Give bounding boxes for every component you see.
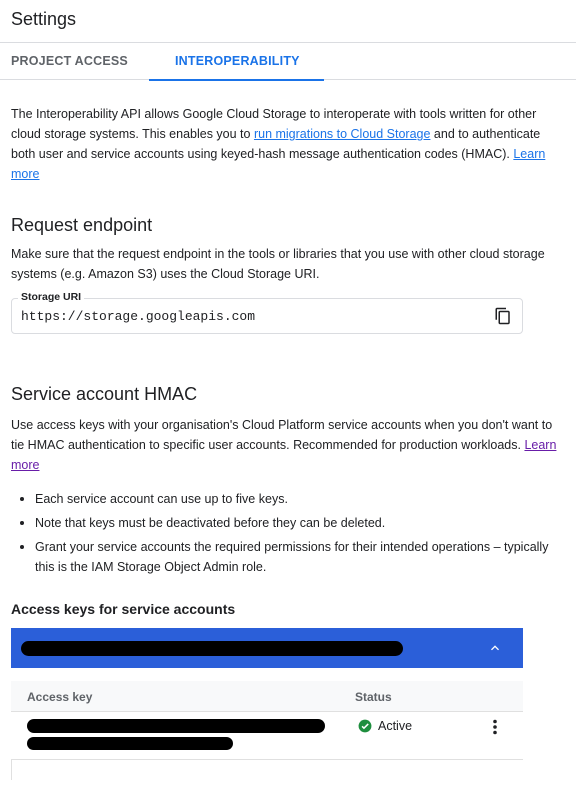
copy-icon[interactable] — [494, 307, 512, 325]
access-keys-table: Access key Status Active — [11, 681, 523, 780]
service-account-hmac-heading: Service account HMAC — [11, 384, 198, 404]
service-account-panel: Access key Status Active — [11, 628, 523, 780]
more-vert-icon[interactable] — [489, 719, 501, 735]
page-header: Settings — [0, 0, 576, 43]
service-account-panel-header[interactable] — [11, 628, 523, 668]
table-header: Access key Status — [11, 681, 523, 712]
redacted-access-key — [27, 719, 325, 733]
table-row: Active — [11, 712, 523, 760]
service-account-hmac-description: Use access keys with your organisation's… — [11, 415, 565, 475]
request-endpoint-description: Make sure that the request endpoint in t… — [11, 247, 545, 281]
tab-bar: PROJECT ACCESS INTEROPERABILITY — [0, 43, 576, 81]
check-circle-icon — [358, 719, 372, 733]
column-header-access-key: Access key — [27, 690, 93, 704]
tab-interoperability[interactable]: INTEROPERABILITY — [148, 43, 324, 81]
hmac-bullet-list: Each service account can use up to five … — [11, 489, 565, 577]
redacted-service-account-name — [21, 641, 403, 656]
run-migrations-link[interactable]: run migrations to Cloud Storage — [254, 127, 430, 141]
access-keys-heading: Access keys for service accounts — [11, 601, 236, 617]
tab-project-access[interactable]: PROJECT ACCESS — [0, 43, 139, 80]
status-badge: Active — [358, 719, 412, 733]
storage-uri-value[interactable]: https://storage.googleapis.com — [21, 309, 255, 324]
redacted-access-key-line2 — [27, 737, 233, 750]
status-text: Active — [378, 719, 413, 733]
table-row-partial — [11, 760, 523, 780]
storage-uri-field[interactable]: Storage URI https://storage.googleapis.c… — [11, 291, 523, 334]
storage-uri-label: Storage URI — [18, 291, 85, 303]
hmac-description-text: Use access keys with your organisation's… — [11, 418, 553, 452]
request-endpoint-heading: Request endpoint — [11, 215, 153, 235]
intro-paragraph: The Interoperability API allows Google C… — [11, 104, 565, 184]
chevron-up-icon[interactable] — [487, 640, 503, 656]
main-content: The Interoperability API allows Google C… — [0, 104, 576, 780]
column-header-status: Status — [355, 690, 392, 704]
page-title: Settings — [11, 9, 77, 29]
list-item: Grant your service accounts the required… — [11, 537, 565, 577]
list-item: Note that keys must be deactivated befor… — [11, 513, 565, 533]
list-item: Each service account can use up to five … — [11, 489, 565, 509]
